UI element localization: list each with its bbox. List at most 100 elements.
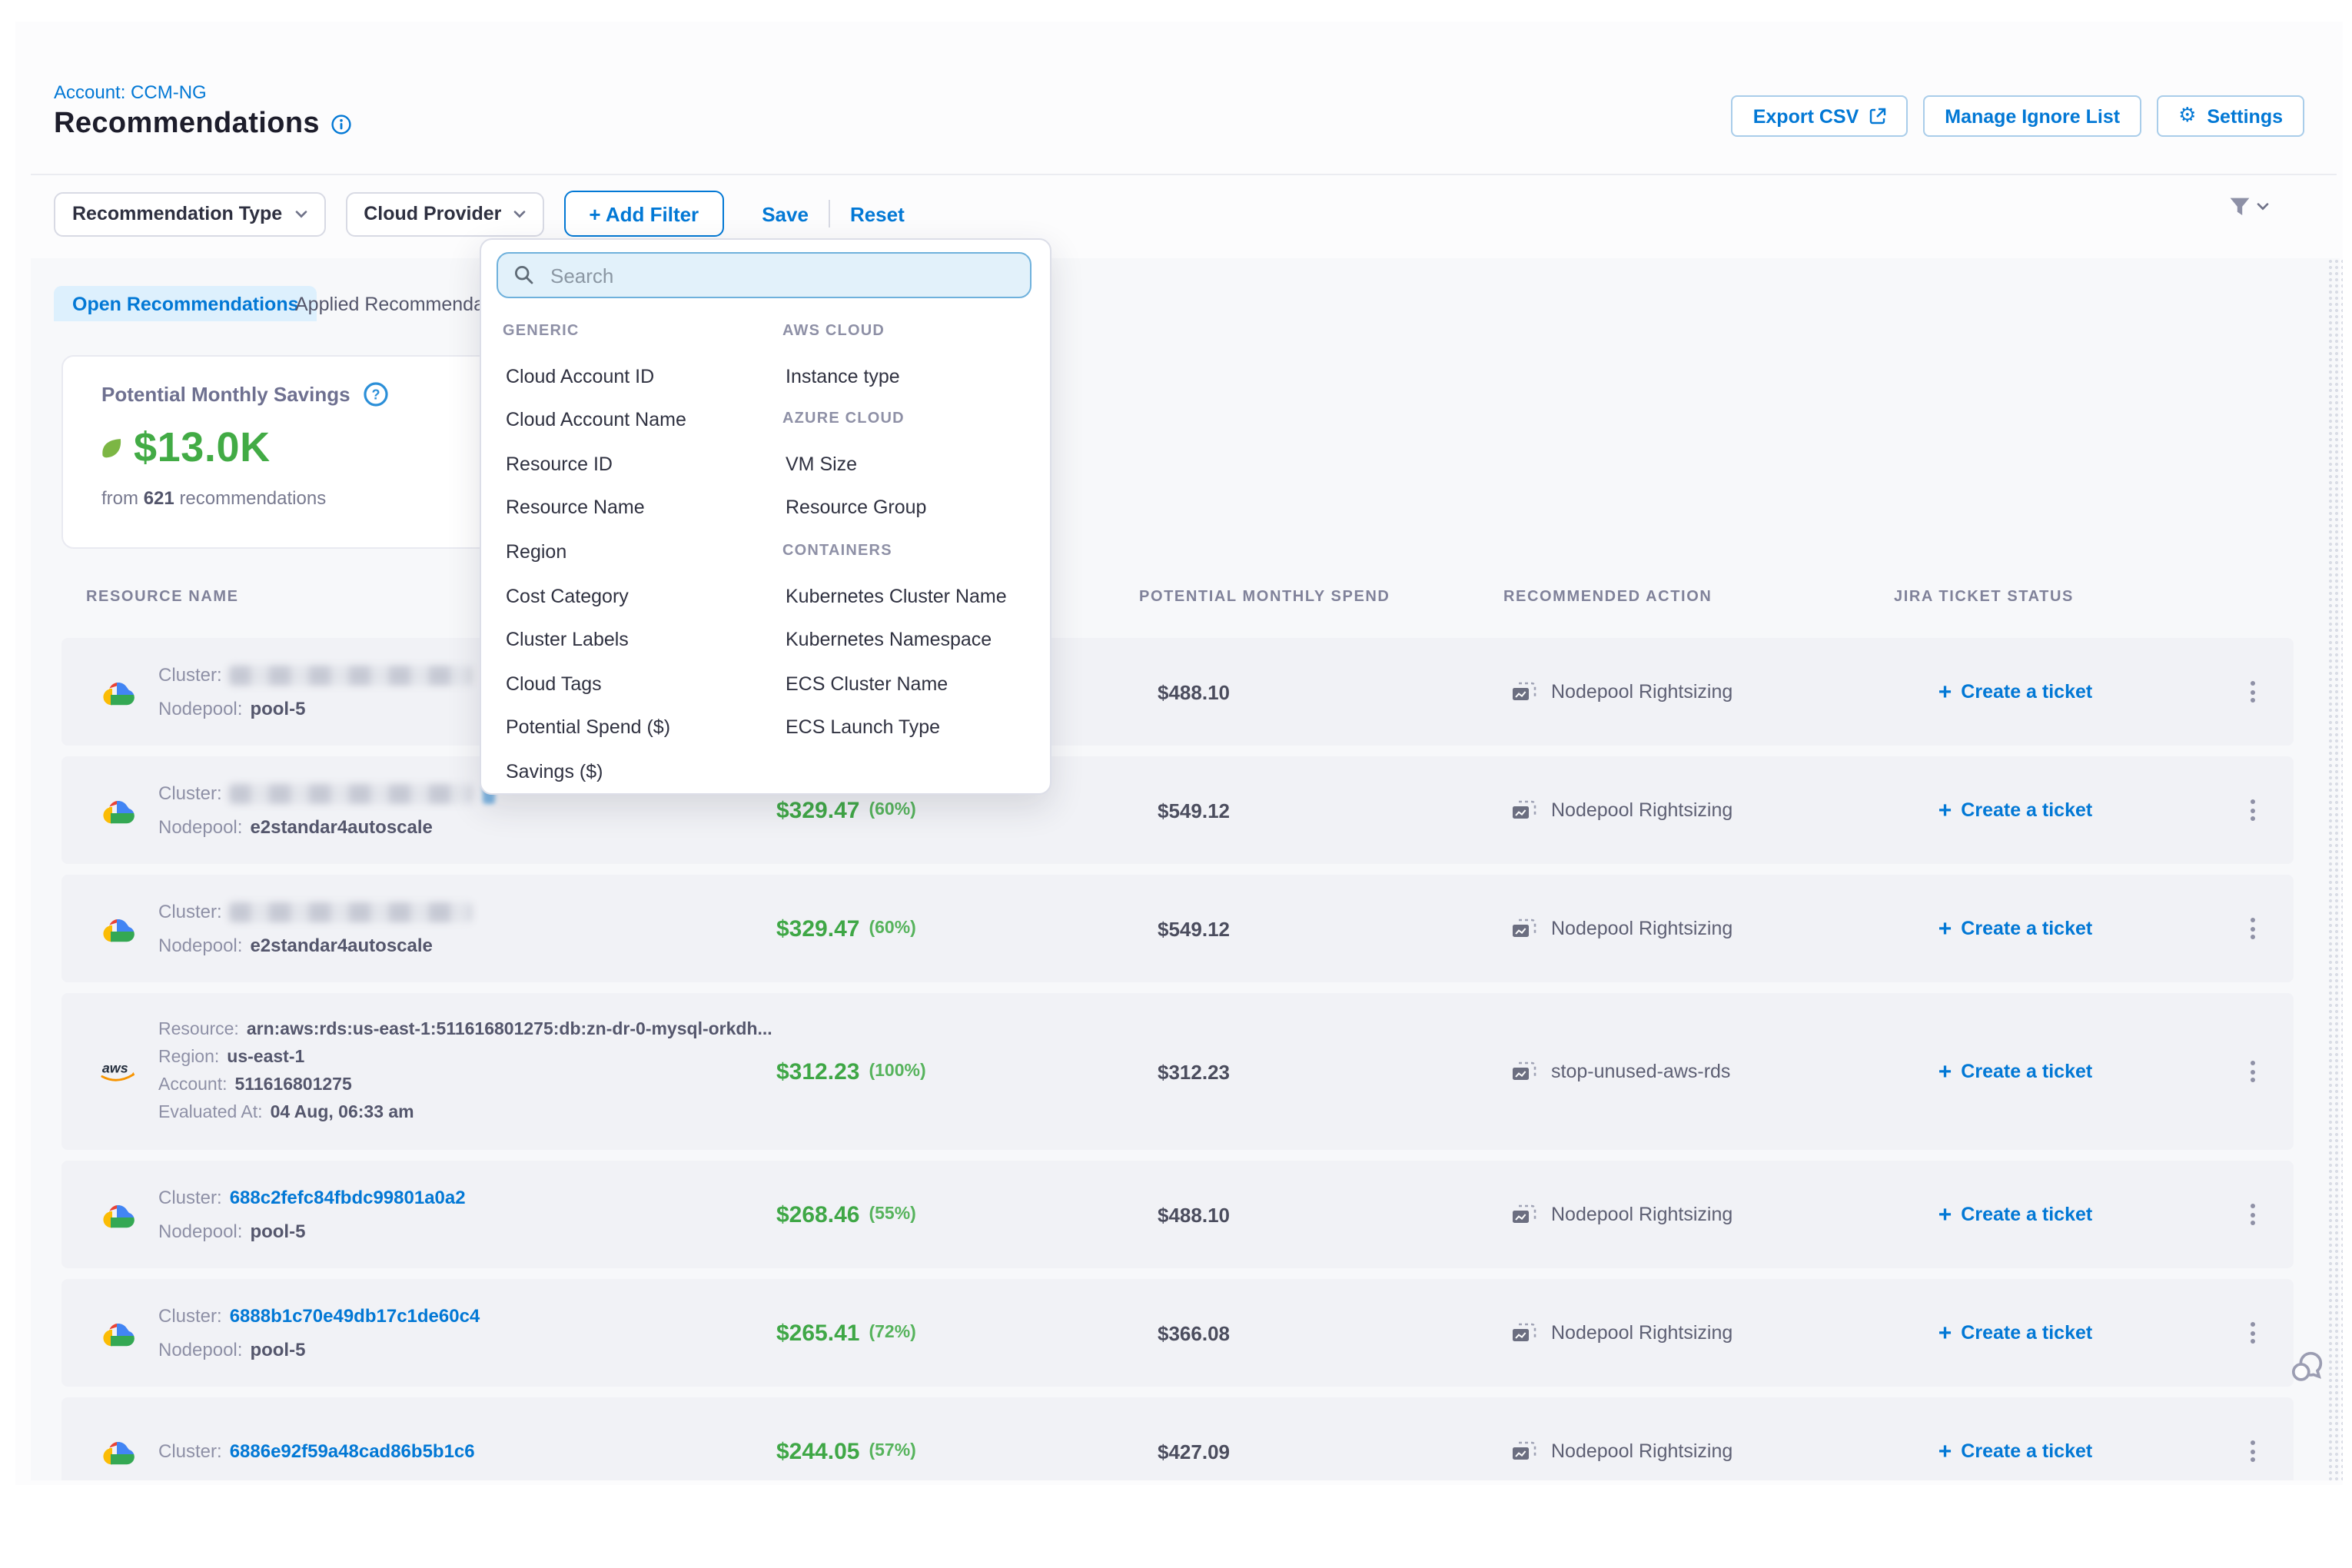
rightsizing-icon <box>1511 1204 1537 1225</box>
support-chat-button[interactable] <box>2287 1347 2327 1387</box>
external-link-icon <box>1869 108 1886 125</box>
filter-option-cluster-labels[interactable]: Cluster Labels <box>503 618 686 662</box>
gcp-icon <box>98 675 138 709</box>
potential-monthly-spend: $312.23 <box>1158 993 1230 1150</box>
row-menu-button[interactable] <box>2244 912 2261 945</box>
cluster-label: Cluster: <box>158 901 222 922</box>
info-icon[interactable] <box>331 114 352 135</box>
table-row: Cluster: Nodepool:pool-5 $488.10 Nodepoo… <box>61 638 2294 746</box>
search-input[interactable] <box>547 262 1015 288</box>
create-ticket-button[interactable]: +Create a ticket <box>1900 993 2131 1150</box>
filter-option-ecs-cluster-name[interactable]: ECS Cluster Name <box>782 663 1007 706</box>
chevron-down-icon <box>2257 203 2269 211</box>
resource-info: Cluster: Nodepool:pool-5 <box>158 664 473 719</box>
cluster-link[interactable]: 688c2fefc84fbdc99801a0a2 <box>230 1187 466 1208</box>
row-menu-button[interactable] <box>2244 1198 2261 1231</box>
recommended-action: Nodepool Rightsizing <box>1511 756 1732 864</box>
nodepool-value: e2standar4autoscale <box>250 816 432 838</box>
row-menu-button[interactable] <box>2244 1434 2261 1468</box>
filter-panel-toggle[interactable] <box>2229 197 2269 217</box>
rightsizing-icon <box>1511 799 1537 821</box>
resource-info: Cluster: Nodepool:e2standar4autoscale <box>158 782 496 838</box>
potential-monthly-spend: $488.10 <box>1158 1161 1230 1268</box>
potential-monthly-spend: $488.10 <box>1158 638 1230 746</box>
filter-option-kubernetes-namespace[interactable]: Kubernetes Namespace <box>782 618 1007 662</box>
scroll-edge-pattern <box>2327 258 2343 1480</box>
filter-option-cloud-tags[interactable]: Cloud Tags <box>503 663 686 706</box>
table-row: Cluster: Nodepool:e2standar4autoscale $3… <box>61 875 2294 982</box>
recommended-action: stop-unused-aws-rds <box>1511 993 1730 1150</box>
savings-value: $13.0K <box>134 424 271 472</box>
filter-option-potential-spend[interactable]: Potential Spend ($) <box>503 706 686 750</box>
filter-option-resource-group[interactable]: Resource Group <box>782 487 1007 530</box>
filter-option-cloud-account-name[interactable]: Cloud Account Name <box>503 398 686 442</box>
group-title-containers: CONTAINERS <box>782 530 1007 574</box>
filter-option-ecs-launch-type[interactable]: ECS Launch Type <box>782 706 1007 750</box>
create-ticket-button[interactable]: +Create a ticket <box>1900 1397 2131 1480</box>
row-menu-button[interactable] <box>2244 675 2261 709</box>
export-csv-button[interactable]: Export CSV <box>1732 95 1909 137</box>
filter-option-vm-size[interactable]: VM Size <box>782 443 1007 487</box>
resource-info: Cluster:6888b1c70e49db17c1de60c4 Nodepoo… <box>158 1305 480 1360</box>
nodepool-value: pool-5 <box>250 698 305 719</box>
plus-icon: + <box>1938 799 1952 822</box>
group-title-generic: GENERIC <box>503 311 686 354</box>
gcp-icon <box>98 912 138 945</box>
filter-option-region[interactable]: Region <box>503 530 686 574</box>
save-filter-button[interactable]: Save <box>762 202 809 225</box>
create-ticket-button[interactable]: +Create a ticket <box>1900 875 2131 982</box>
breadcrumb-account[interactable]: Account: CCM-NG <box>54 81 207 103</box>
monthly-savings: $265.41(72%) <box>776 1279 916 1387</box>
settings-button[interactable]: ⚙ Settings <box>2157 95 2304 137</box>
recommendation-type-filter[interactable]: Recommendation Type <box>54 191 325 236</box>
tab-open-recommendations[interactable]: Open Recommendations <box>54 286 317 321</box>
evaluated-at-label: Evaluated At: <box>158 1104 263 1122</box>
savings-subtitle: from 621 recommendations <box>101 487 326 509</box>
create-ticket-button[interactable]: +Create a ticket <box>1900 1279 2131 1387</box>
col-header-resource-name: RESOURCE NAME <box>86 589 239 606</box>
monthly-savings: $329.47(60%) <box>776 875 916 982</box>
create-ticket-button[interactable]: +Create a ticket <box>1900 638 2131 746</box>
plus-icon: + <box>1938 1203 1952 1226</box>
filter-option-savings[interactable]: Savings ($) <box>503 750 686 794</box>
plus-icon: + <box>1938 1440 1952 1463</box>
rightsizing-icon <box>1511 1440 1537 1462</box>
recommended-action: Nodepool Rightsizing <box>1511 638 1732 746</box>
region-label: Region: <box>158 1048 219 1067</box>
add-filter-dropdown: GENERIC Cloud Account ID Cloud Account N… <box>480 238 1051 795</box>
region-value: us-east-1 <box>227 1048 304 1067</box>
group-title-azure-cloud: AZURE CLOUD <box>782 398 1007 442</box>
header-actions: Export CSV Manage Ignore List ⚙ Settings <box>1732 95 2304 137</box>
table-row: Cluster:6888b1c70e49db17c1de60c4 Nodepoo… <box>61 1279 2294 1387</box>
create-ticket-button[interactable]: +Create a ticket <box>1900 756 2131 864</box>
gcp-icon <box>98 1316 138 1350</box>
dropdown-cloud-column: AWS CLOUD Instance type AZURE CLOUD VM S… <box>782 311 1007 750</box>
filter-option-cloud-account-id[interactable]: Cloud Account ID <box>503 354 686 398</box>
cluster-label: Cluster: <box>158 664 222 686</box>
col-header-jira-ticket-status: JIRA TICKET STATUS <box>1894 589 2074 606</box>
potential-savings-card: Potential Monthly Savings $13.0K from 62… <box>61 355 523 549</box>
filter-option-instance-type[interactable]: Instance type <box>782 354 1007 398</box>
dropdown-search[interactable] <box>497 252 1031 298</box>
redacted-cluster-name <box>230 783 473 803</box>
cluster-link[interactable]: 6888b1c70e49db17c1de60c4 <box>230 1305 480 1327</box>
row-menu-button[interactable] <box>2244 1055 2261 1088</box>
row-menu-button[interactable] <box>2244 793 2261 827</box>
manage-ignore-list-button[interactable]: Manage Ignore List <box>1923 95 2141 137</box>
reset-filter-button[interactable]: Reset <box>850 202 905 225</box>
filter-option-resource-id[interactable]: Resource ID <box>503 443 686 487</box>
resource-info: Resource:arn:aws:rds:us-east-1:511616801… <box>158 1021 772 1122</box>
create-ticket-button[interactable]: +Create a ticket <box>1900 1161 2131 1268</box>
filter-option-kubernetes-cluster-name[interactable]: Kubernetes Cluster Name <box>782 574 1007 618</box>
plus-icon: + <box>1938 1060 1952 1083</box>
table-row: Cluster:6886e92f59a48cad86b5b1c6 $244.05… <box>61 1397 2294 1480</box>
add-filter-button[interactable]: + Add Filter <box>564 191 723 237</box>
row-menu-button[interactable] <box>2244 1316 2261 1350</box>
recommended-action: Nodepool Rightsizing <box>1511 1161 1732 1268</box>
cluster-link[interactable]: 6886e92f59a48cad86b5b1c6 <box>230 1440 475 1462</box>
cloud-provider-filter[interactable]: Cloud Provider <box>345 191 544 236</box>
redacted-cluster-name <box>230 665 473 685</box>
filter-option-cost-category[interactable]: Cost Category <box>503 574 686 618</box>
filter-option-resource-name[interactable]: Resource Name <box>503 487 686 530</box>
help-icon[interactable] <box>363 381 389 407</box>
